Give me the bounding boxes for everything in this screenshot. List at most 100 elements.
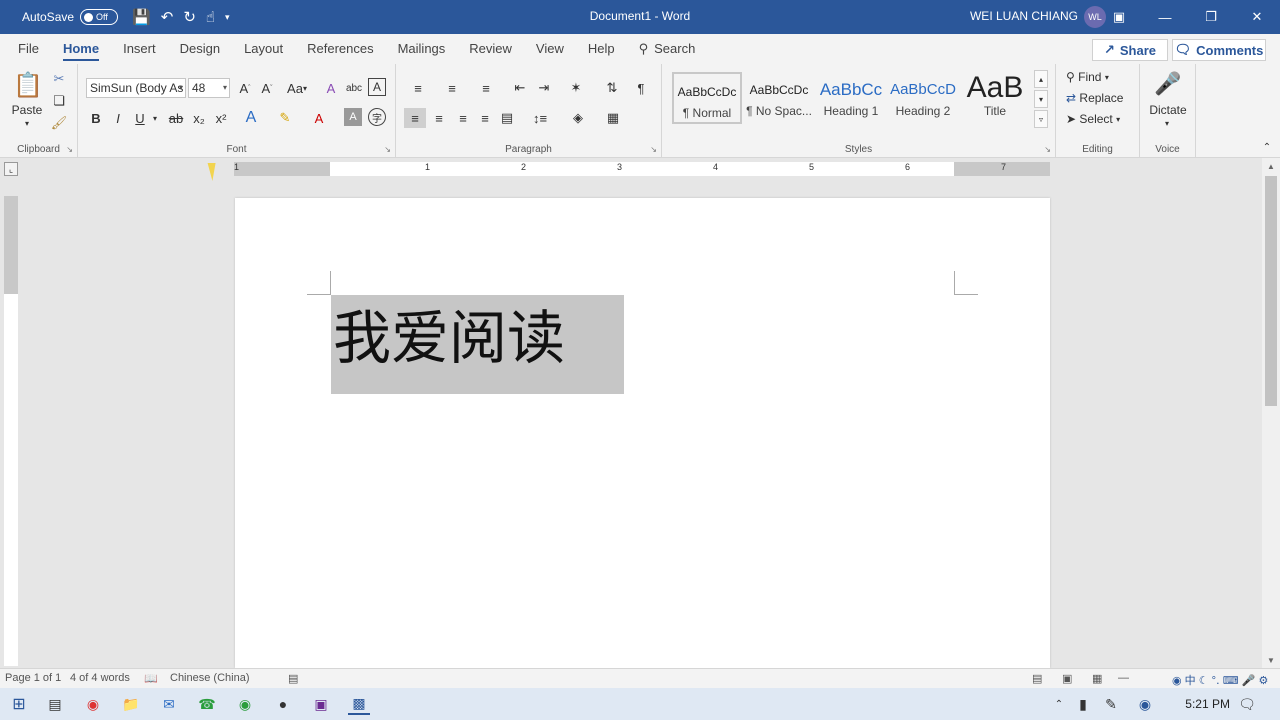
shrink-font-icon[interactable]: Aˇ [258,78,276,98]
microphone-icon[interactable]: 🎤 [1154,68,1182,100]
line-spacing-icon[interactable]: ↕≡ [526,108,554,128]
strikethrough-button[interactable]: ab [166,108,186,128]
touch-mode-icon[interactable]: ☝ [206,8,215,26]
premiere-icon[interactable]: ▣ [310,693,332,715]
distributed-icon[interactable]: ▤ [496,108,518,128]
font-launcher-icon[interactable]: ↘ [384,145,391,154]
tab-selector[interactable]: ⌞ [4,162,18,176]
tab-insert[interactable]: Insert [123,34,156,64]
font-name-combo[interactable]: SimSun (Body As ▾ [86,78,186,98]
phonetic-guide-icon[interactable]: abc [344,78,364,98]
file-explorer-icon[interactable]: 📁 [120,693,142,715]
search-box[interactable]: ⚲ Search [639,34,696,64]
tab-review[interactable]: Review [469,34,512,64]
tab-file[interactable]: File [18,34,39,64]
borders-icon[interactable]: ▦ [598,108,628,128]
style-heading-2[interactable]: AaBbCcD Heading 2 [888,72,958,124]
show-formatting-icon[interactable]: ¶ [632,78,650,98]
chrome-alt-icon[interactable]: ◉ [234,693,256,715]
sort-icon[interactable]: ⇅ [602,78,622,98]
user-name[interactable]: WEI LUAN CHIANG [970,9,1078,23]
bold-button[interactable]: B [88,108,104,128]
character-shading-icon[interactable]: A [344,108,362,126]
multilevel-list-icon[interactable]: ≡ [472,78,500,98]
chrome-icon[interactable]: ◉ [82,693,104,715]
style-normal[interactable]: AaBbCcDc ¶ Normal [672,72,742,124]
shading-icon[interactable]: ◈ [564,108,592,128]
ime-toolbar[interactable]: ◉ 中 ☾ °․ ⌨ 🎤 ⚙ [1172,672,1268,688]
accessibility-icon[interactable]: ▤ [288,672,298,685]
style-title[interactable]: AaB Title [960,72,1030,124]
mail-icon[interactable]: ✉ [158,693,180,715]
style-heading-1[interactable]: AaBbCc Heading 1 [816,72,886,124]
horizontal-ruler[interactable]: 1 1 2 3 4 5 6 7 [234,162,1050,176]
paste-dropdown-icon[interactable]: ▾ [20,118,34,128]
dictate-dropdown-icon[interactable]: ▾ [1160,118,1174,128]
redo-icon[interactable]: ↻ [183,8,196,26]
align-right-icon[interactable]: ≡ [452,108,474,128]
font-size-combo[interactable]: 48 ▾ [188,78,230,98]
proofing-icon[interactable]: 📖 [144,672,158,685]
replace-button[interactable]: ⇄ Replace [1066,89,1136,107]
word-count[interactable]: 4 of 4 words [70,672,130,684]
windows-start-icon[interactable]: ⊞ [8,693,30,715]
grow-font-icon[interactable]: Aˆ [236,78,254,98]
paragraph-launcher-icon[interactable]: ↘ [650,145,657,154]
character-border-icon[interactable]: A [368,78,386,96]
autosave-toggle[interactable]: AutoSave Off [22,9,119,25]
input-method-icon[interactable]: ◉ [1134,693,1156,715]
customize-qat-icon[interactable]: ▾ [225,12,230,23]
underline-dropdown-icon[interactable]: ▾ [150,108,160,128]
zoom-out-icon[interactable]: — [1118,672,1129,684]
superscript-button[interactable]: x² [212,108,230,128]
obs-icon[interactable]: ● [272,693,294,715]
increase-indent-icon[interactable]: ⇥ [534,78,554,98]
selected-text[interactable]: 我爱阅读 [331,295,624,394]
autosave-switch[interactable]: Off [80,9,119,25]
enclose-characters-icon[interactable]: 字 [368,108,386,126]
text-effects-icon[interactable]: A [240,108,262,128]
clear-formatting-icon[interactable]: A [322,78,340,98]
select-button[interactable]: ➤ Select ▾ [1066,110,1136,128]
italic-button[interactable]: I [110,108,126,128]
find-button[interactable]: ⚲ Find ▾ [1066,68,1136,86]
print-layout-icon[interactable]: ▣ [1062,672,1072,685]
document-page[interactable]: 我爱阅读 [235,198,1050,668]
font-color-icon[interactable]: A [308,108,330,128]
page-count[interactable]: Page 1 of 1 [5,672,61,684]
tab-view[interactable]: View [536,34,564,64]
vertical-ruler[interactable] [4,196,18,666]
share-button[interactable]: ↗ Share [1092,39,1168,61]
tab-references[interactable]: References [307,34,373,64]
scroll-up-icon[interactable]: ▲ [1262,158,1280,174]
scroll-down-icon[interactable]: ▼ [1262,652,1280,668]
ribbon-display-options-icon[interactable]: ▣ [1096,0,1142,34]
tab-mailings[interactable]: Mailings [398,34,446,64]
align-center-icon[interactable]: ≡ [428,108,450,128]
vertical-scrollbar[interactable]: ▲ ▼ [1262,158,1280,668]
dictate-button[interactable]: Dictate [1142,102,1194,118]
styles-scroll-down-icon[interactable]: ▾ [1034,90,1048,108]
task-view-icon[interactable]: ▤ [44,693,66,715]
word-icon[interactable]: ▩ [348,693,370,715]
justify-icon[interactable]: ≡ [474,108,496,128]
styles-more-icon[interactable]: ▿ [1034,110,1048,128]
language-status[interactable]: Chinese (China) [170,672,249,684]
notifications-icon[interactable]: 🗨 [1236,693,1258,715]
tab-help[interactable]: Help [588,34,615,64]
restore-icon[interactable]: ❐ [1188,0,1234,34]
scroll-thumb[interactable] [1265,176,1277,406]
align-left-icon[interactable]: ≡ [404,108,426,128]
whatsapp-icon[interactable]: ☎ [196,693,218,715]
format-painter-icon[interactable]: 🖌 [50,114,68,132]
styles-scroll-up-icon[interactable]: ▴ [1034,70,1048,88]
paste-icon[interactable]: 📋 [12,70,44,100]
clipboard-launcher-icon[interactable]: ↘ [66,145,73,154]
tab-home[interactable]: Home [62,34,100,64]
clock[interactable]: 5:21 PM [1185,697,1230,711]
show-hidden-icons-icon[interactable]: ⌃ [1048,693,1070,715]
underline-button[interactable]: U [132,108,148,128]
highlight-color-icon[interactable]: ✎ [274,108,296,128]
comments-button[interactable]: 🗨 Comments [1172,39,1266,61]
numbering-icon[interactable]: ≡ [438,78,466,98]
